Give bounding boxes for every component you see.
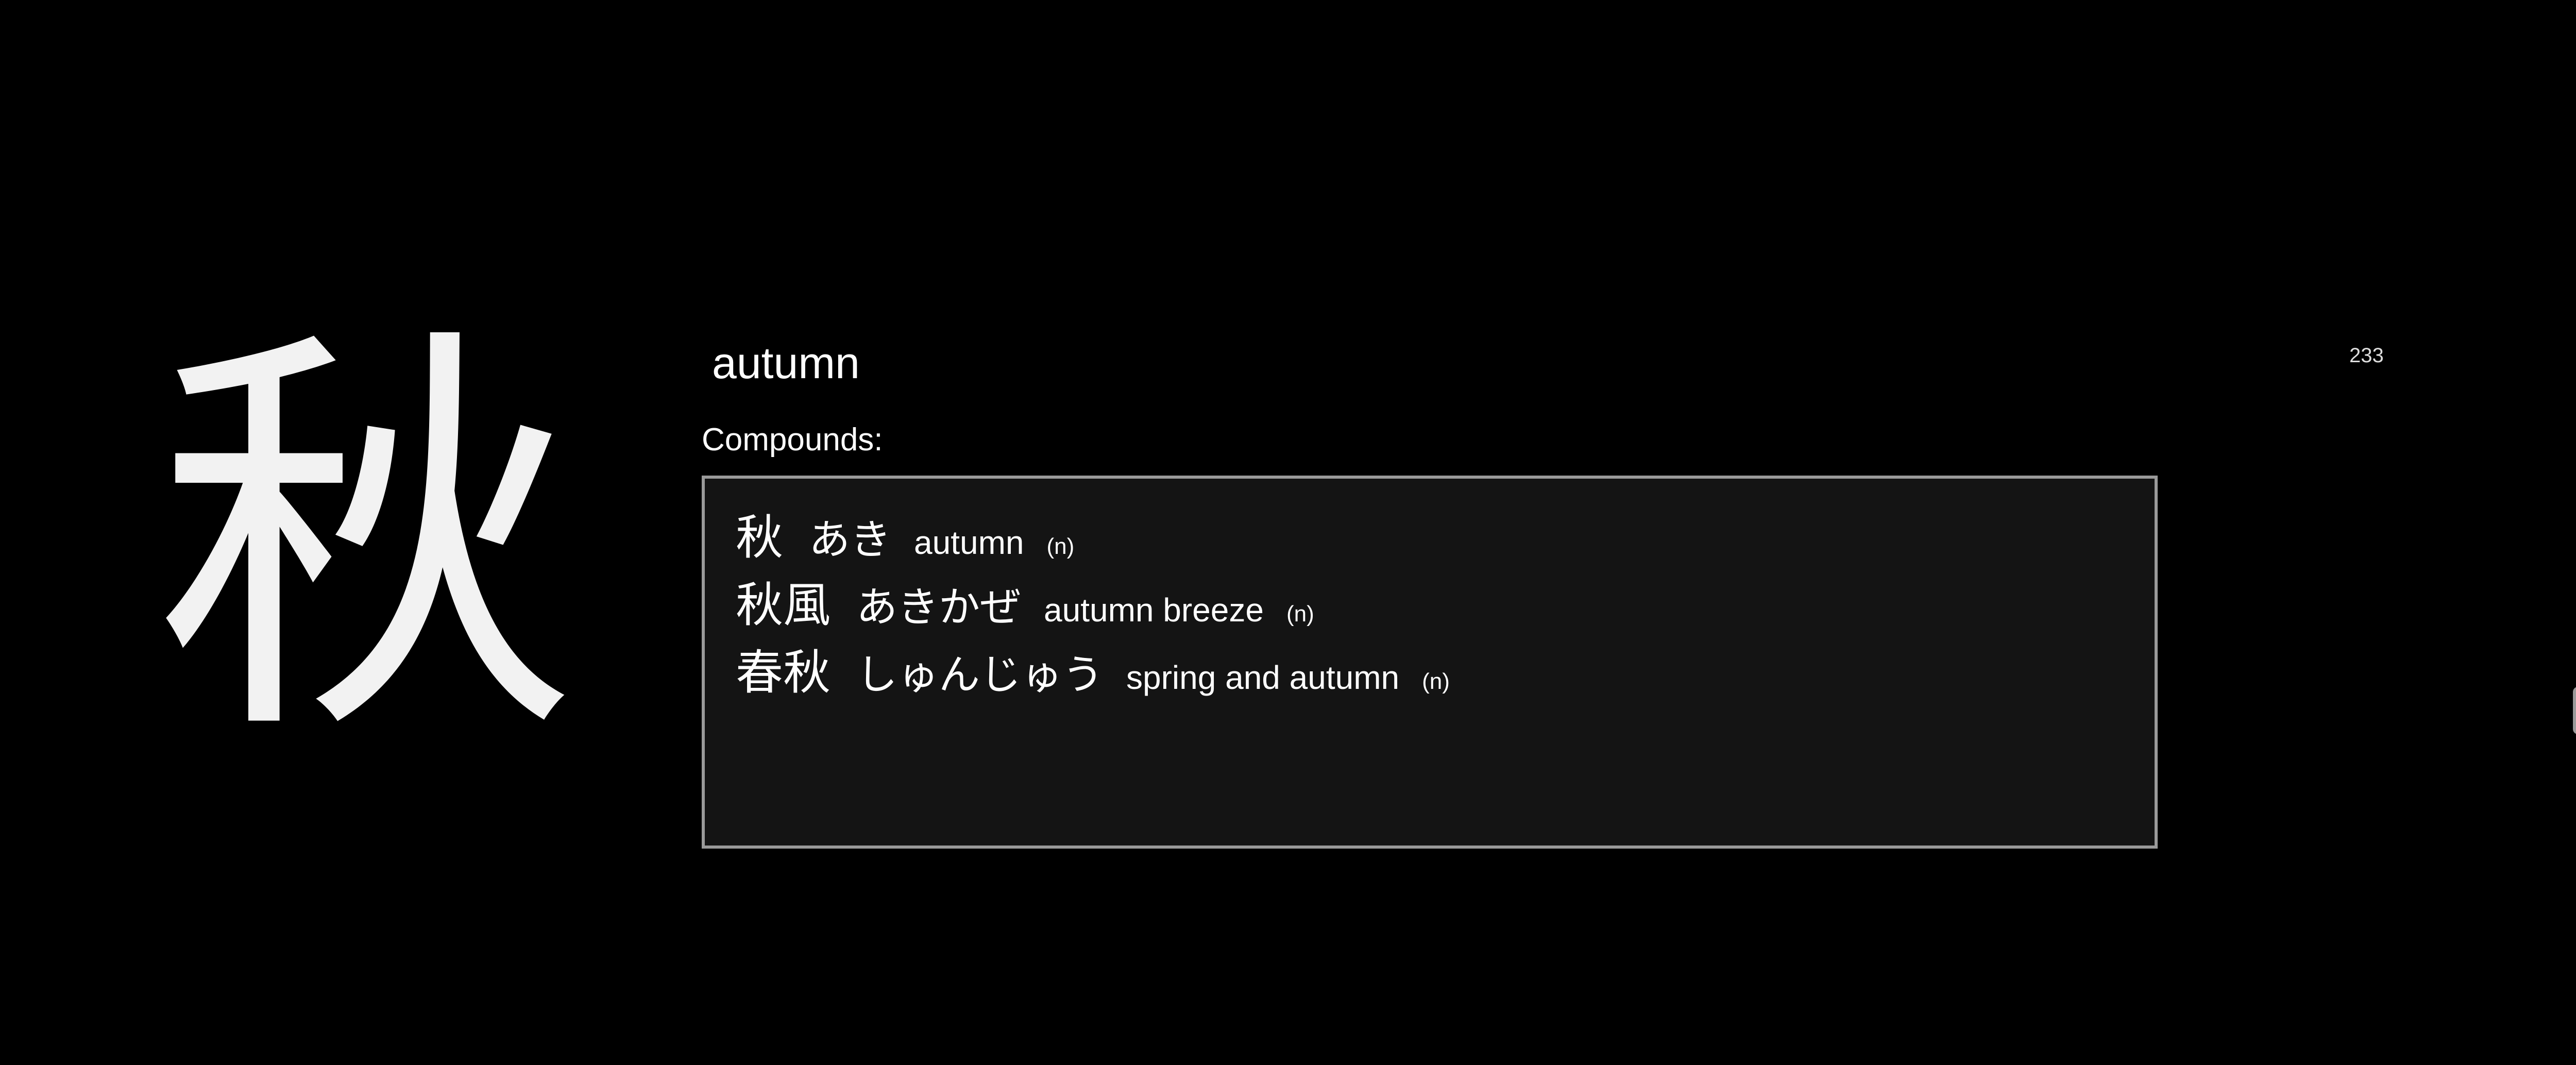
card-counter: 233 bbox=[2349, 344, 2384, 367]
compound-gloss: spring and autumn bbox=[1126, 659, 1400, 696]
compound-reading: あき bbox=[809, 516, 892, 564]
scrollbar-handle[interactable] bbox=[2573, 687, 2576, 734]
compound-row: 春秋 しゅんじゅう spring and autumn (n) bbox=[736, 634, 2155, 702]
compounds-label: Compounds: bbox=[702, 422, 883, 458]
compound-word: 秋風 bbox=[736, 578, 831, 633]
compound-part-of-speech: (n) bbox=[1422, 669, 1450, 694]
compound-part-of-speech: (n) bbox=[1286, 601, 1314, 627]
compound-reading: あきかぜ bbox=[856, 583, 1022, 631]
compound-gloss: autumn breeze bbox=[1044, 591, 1264, 629]
kanji-meaning: autumn bbox=[712, 339, 860, 388]
compound-word: 春秋 bbox=[736, 645, 831, 700]
compound-reading: しゅんじゅう bbox=[856, 651, 1104, 699]
compound-row: 秋風 あきかぜ autumn breeze (n) bbox=[736, 567, 2155, 634]
compounds-list: 秋 あき autumn (n) 秋風 あきかぜ autumn breeze (n… bbox=[702, 476, 2158, 849]
compound-part-of-speech: (n) bbox=[1046, 534, 1075, 559]
compound-gloss: autumn bbox=[914, 524, 1024, 561]
compound-row: 秋 あき autumn (n) bbox=[736, 499, 2155, 567]
main-kanji: 秋 bbox=[155, 295, 577, 787]
compound-word: 秋 bbox=[736, 510, 784, 565]
kanji-flashcard: 秋 autumn 233 Compounds: 秋 あき autumn (n) … bbox=[0, 0, 2576, 1065]
